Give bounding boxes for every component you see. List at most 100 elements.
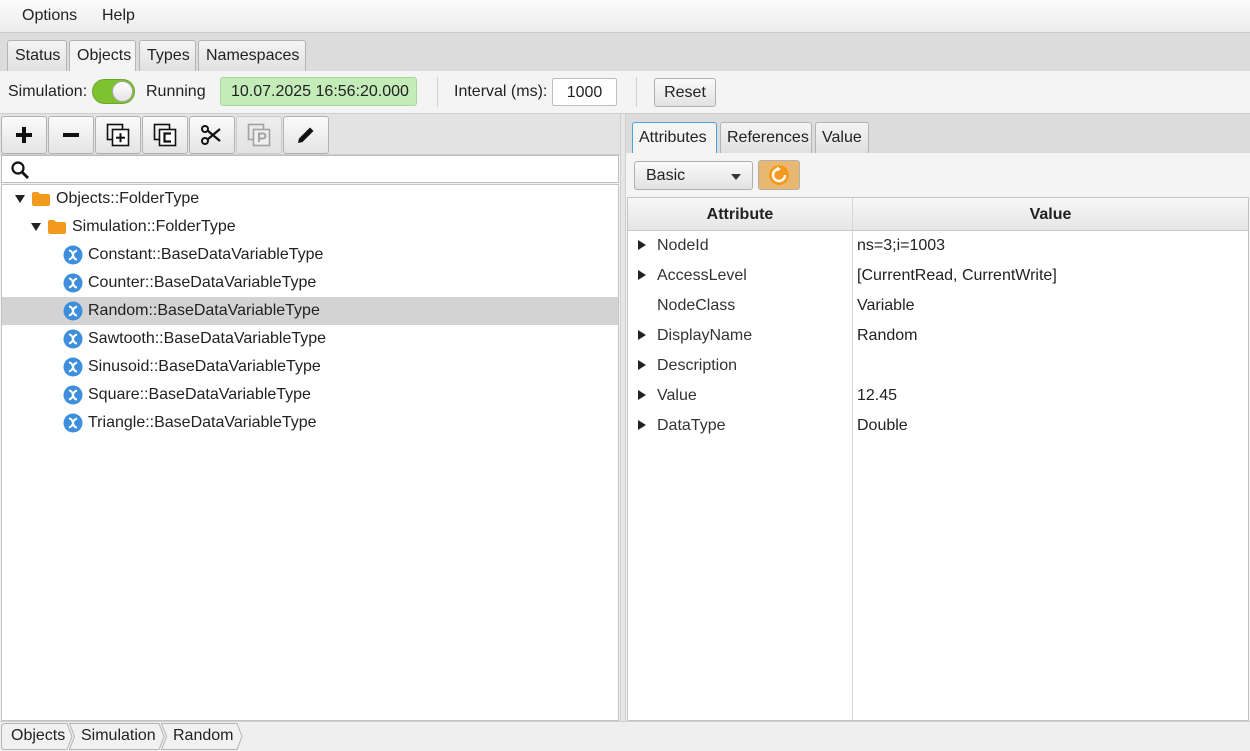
table-row[interactable]: NodeClass Variable (628, 291, 1248, 321)
variable-icon (63, 357, 83, 377)
variable-icon (63, 385, 83, 405)
menu-options[interactable]: Options (22, 7, 77, 25)
column-header-attribute[interactable]: Attribute (628, 198, 852, 231)
menu-help[interactable]: Help (102, 7, 135, 25)
tree-item-label: Simulation::FolderType (72, 218, 236, 235)
attribute-name: AccessLevel (657, 267, 747, 284)
breadcrumb-label: Random (173, 727, 234, 744)
copy-icon (106, 123, 130, 147)
paste-button[interactable] (236, 116, 282, 154)
tree-item-label: Square::BaseDataVariableType (88, 386, 311, 403)
refresh-button[interactable] (758, 160, 800, 190)
tree-item-constant[interactable]: Constant::BaseDataVariableType (2, 241, 618, 269)
folder-icon (48, 220, 66, 234)
tab-types[interactable]: Types (139, 40, 196, 71)
tab-value[interactable]: Value (815, 122, 869, 153)
column-header-value[interactable]: Value (853, 198, 1248, 231)
tree-item-label: Random::BaseDataVariableType (88, 302, 320, 319)
simulation-time: 10.07.2025 16:56:20.000 (220, 77, 417, 106)
copy-node-button[interactable] (142, 116, 188, 154)
simulation-label: Simulation: (8, 83, 88, 100)
expand-arrow-icon[interactable] (638, 390, 646, 400)
attribute-name: DataType (657, 417, 726, 434)
attribute-name: NodeClass (657, 297, 736, 314)
attribute-value: [CurrentRead, CurrentWrite] (857, 267, 1057, 284)
expand-arrow-icon[interactable] (15, 195, 25, 203)
table-row[interactable]: AccessLevel [CurrentRead, CurrentWrite] (628, 261, 1248, 291)
attribute-value: ns=3;i=1003 (857, 237, 946, 254)
table-row[interactable]: DataType Double (628, 411, 1248, 441)
tree-item-square[interactable]: Square::BaseDataVariableType (2, 381, 618, 409)
attribute-value: Random (857, 327, 918, 344)
tree-item-label: Objects::FolderType (56, 190, 200, 207)
tree-item-label: Triangle::BaseDataVariableType (88, 414, 317, 431)
tab-namespaces[interactable]: Namespaces (198, 40, 306, 71)
cut-button[interactable] (189, 116, 235, 154)
variable-icon (63, 413, 83, 433)
attribute-mode-select[interactable]: Basic (634, 161, 753, 190)
attribute-value: Variable (857, 297, 915, 314)
search-input[interactable] (36, 158, 612, 180)
breadcrumb-item-random[interactable]: Random (161, 723, 243, 750)
expand-arrow-icon[interactable] (638, 420, 646, 430)
add-button[interactable] (1, 116, 47, 154)
tree-item-objects[interactable]: Objects::FolderType (2, 185, 618, 213)
interval-input[interactable]: 1000 (552, 78, 617, 106)
table-row[interactable]: Description (628, 351, 1248, 381)
remove-button[interactable] (48, 116, 94, 154)
attributes-toolbar: Basic (626, 153, 1250, 197)
tab-status[interactable]: Status (7, 40, 67, 71)
simulation-toggle[interactable] (92, 79, 135, 104)
address-space-pane: Objects::FolderType Simulation::FolderTy… (0, 114, 620, 721)
breadcrumb: Objects Simulation Random (0, 721, 1250, 751)
table-row[interactable]: NodeId ns=3;i=1003 (628, 231, 1248, 261)
breadcrumb-label: Objects (11, 727, 66, 744)
expand-arrow-icon[interactable] (638, 240, 646, 250)
simulation-state: Running (146, 83, 206, 100)
tab-objects[interactable]: Objects (69, 40, 136, 72)
table-row[interactable]: DisplayName Random (628, 321, 1248, 351)
attribute-name: Description (657, 357, 738, 374)
attribute-name: NodeId (657, 237, 709, 254)
minus-icon (63, 133, 79, 137)
main-tabs: Status Objects Types Namespaces (0, 33, 1250, 72)
table-row[interactable]: Value 12.45 (628, 381, 1248, 411)
expand-arrow-icon[interactable] (638, 270, 646, 280)
details-tabs: Attributes References Value (626, 114, 1250, 153)
breadcrumb-item-objects[interactable]: Objects (1, 723, 73, 750)
tab-attributes[interactable]: Attributes (632, 122, 717, 153)
folder-icon (32, 192, 50, 206)
reset-button[interactable]: Reset (654, 78, 716, 107)
expand-arrow-icon[interactable] (638, 360, 646, 370)
copy-button[interactable] (95, 116, 141, 154)
divider (437, 77, 438, 107)
interval-label: Interval (ms): (454, 83, 548, 100)
tab-references[interactable]: References (720, 122, 812, 153)
tree-item-sinusoid[interactable]: Sinusoid::BaseDataVariableType (2, 353, 618, 381)
tree-item-label: Counter::BaseDataVariableType (88, 274, 317, 291)
tree-item-label: Constant::BaseDataVariableType (88, 246, 324, 263)
toggle-knob (112, 81, 133, 102)
tree-item-triangle[interactable]: Triangle::BaseDataVariableType (2, 409, 618, 437)
tree-item-sawtooth[interactable]: Sawtooth::BaseDataVariableType (2, 325, 618, 353)
attributes-table: Attribute Value NodeId ns=3;i=1003 Acces… (627, 197, 1249, 721)
search-icon (11, 161, 29, 179)
refresh-icon (769, 165, 789, 185)
tree-item-random[interactable]: Random::BaseDataVariableType (2, 297, 618, 325)
expand-arrow-icon[interactable] (31, 223, 41, 231)
paste-icon (247, 123, 271, 147)
tree-item-simulation[interactable]: Simulation::FolderType (2, 213, 618, 241)
variable-icon (63, 301, 83, 321)
simulation-bar: Simulation: Running 10.07.2025 16:56:20.… (0, 71, 1250, 114)
expand-arrow-icon[interactable] (638, 330, 646, 340)
attribute-value: Double (857, 417, 908, 434)
breadcrumb-label: Simulation (81, 727, 156, 744)
variable-icon (63, 329, 83, 349)
node-details-pane: Attributes References Value Basic Attrib… (626, 114, 1250, 721)
breadcrumb-item-simulation[interactable]: Simulation (69, 723, 165, 750)
menu-bar: Options Help (0, 0, 1250, 33)
attribute-name: DisplayName (657, 327, 753, 344)
edit-button[interactable] (283, 116, 329, 154)
node-tree: Objects::FolderType Simulation::FolderTy… (1, 184, 619, 721)
tree-item-counter[interactable]: Counter::BaseDataVariableType (2, 269, 618, 297)
